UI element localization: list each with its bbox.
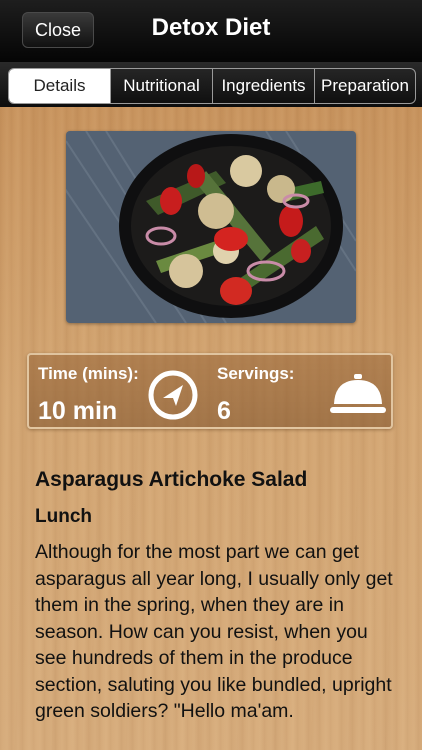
- meal-type: Lunch: [35, 506, 92, 527]
- tab-ingredients[interactable]: Ingredients: [212, 69, 314, 103]
- recipe-info-box: Time (mins): 10 min Servings: 6: [27, 353, 393, 429]
- time-label: Time (mins):: [38, 364, 139, 383]
- recipe-description: Although for the most part we can get as…: [35, 541, 393, 722]
- tab-nutritional[interactable]: Nutritional: [110, 69, 212, 103]
- tab-details[interactable]: Details: [9, 69, 110, 103]
- compass-icon: [147, 369, 199, 426]
- segmented-control: Details Nutritional Ingredients Preparat…: [8, 68, 416, 104]
- time-value: 10 min: [38, 397, 118, 425]
- tab-bar: Details Nutritional Ingredients Preparat…: [0, 62, 422, 107]
- recipe-title: Asparagus Artichoke Salad: [35, 468, 308, 491]
- servings-label: Servings:: [217, 364, 295, 383]
- page-title: Detox Diet: [151, 14, 271, 41]
- recipe-photo: [66, 131, 356, 323]
- navigation-bar: Close Detox Diet: [0, 0, 422, 62]
- tab-preparation[interactable]: Preparation: [314, 69, 415, 103]
- close-button[interactable]: Close: [22, 12, 94, 48]
- serving-cloche-icon: [329, 371, 387, 422]
- servings-value: 6: [217, 397, 231, 425]
